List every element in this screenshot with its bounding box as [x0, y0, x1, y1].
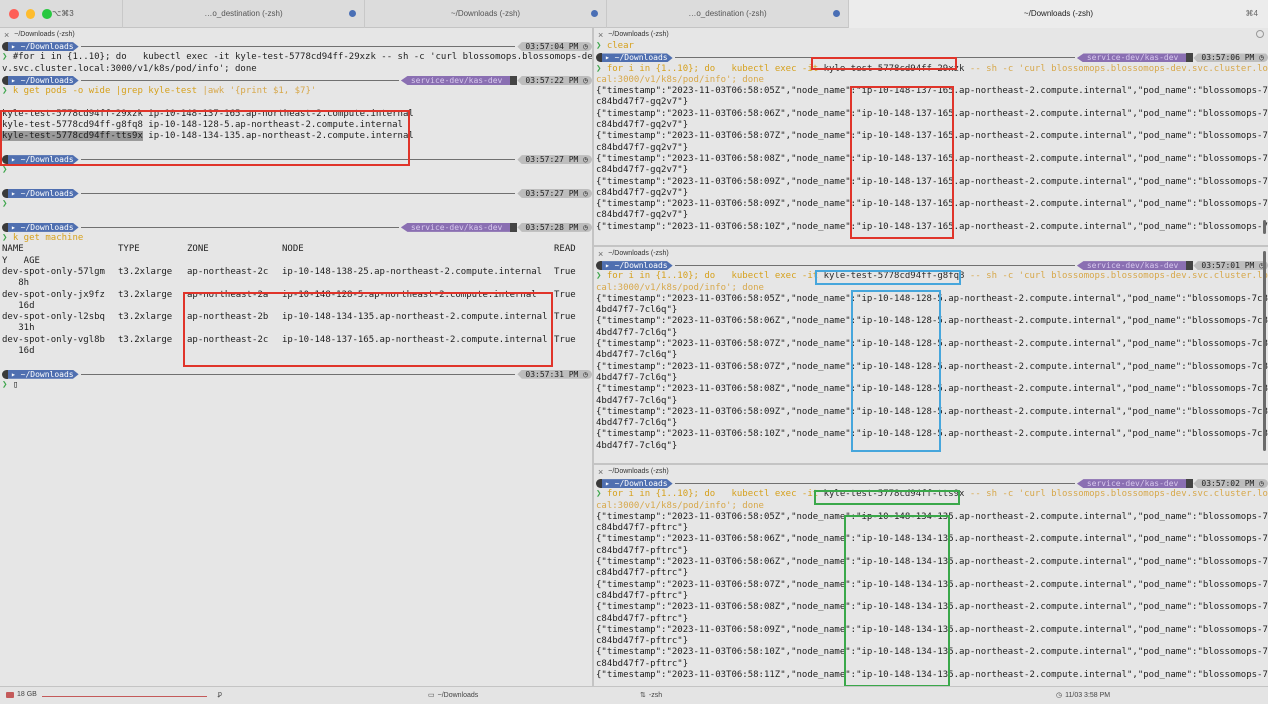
pod-name: kyle-test-5778cd94ff-g8fq8 — [823, 271, 965, 282]
tab-3[interactable]: …o_destination (-zsh) — [606, 0, 848, 28]
output-rows: {"timestamp":"2023-11-03T06:58:05Z","nod… — [596, 293, 1268, 451]
time-segment: 03:57:22 PM ◷ — [517, 76, 592, 86]
machine-row: dev-spot-only-l2sbq t3.2xlarge ap-northeas… — [2, 312, 576, 323]
time-segment: 03:57:04 PM ◷ — [517, 42, 592, 52]
machine-row: dev-spot-only-jx9fz t3.2xlarge ap-northeas… — [2, 289, 576, 300]
prompt-line: ▸ ~/Downloads 03:57:27 PM ◷ — [0, 188, 592, 199]
pane-title: ~/Downloads (-zsh) — [14, 31, 75, 38]
prompt-line: ▸ ~/Downloads service-dev/kas-dev 03:57:02… — [594, 478, 1268, 489]
pod-name: kyle-test-5778cd94ff-tts9x — [823, 489, 965, 500]
command-text: k get machine — [12, 233, 84, 244]
maximize-button[interactable] — [42, 8, 53, 19]
right-mid-terminal-pane[interactable]: × ~/Downloads (-zsh) ▸ ~/Downloads service… — [594, 247, 1268, 463]
cwd-segment: ▸ ~/Downloads — [8, 42, 79, 52]
prompt-line: ▸ ~/Downloads service-dev/kas-dev 03:57:01… — [594, 260, 1268, 271]
tab-label: …o_destination (-zsh) — [688, 9, 767, 18]
prompt-line: ▸ ~/Downloads 03:57:04 PM ◷ — [0, 41, 592, 52]
scrollbar[interactable] — [1263, 220, 1266, 234]
status-bar: 18 GB ᵱ ▭ ~/Downloads ⇅ -zsh ◷ 11/03 3:58 P… — [0, 686, 1268, 704]
right-top-terminal-pane[interactable]: × ~/Downloads (-zsh) ❯ clear ▸ ~/Download… — [594, 28, 1268, 245]
machine-row: dev-spot-only-57lgm t3.2xlarge ap-northeas… — [2, 266, 576, 277]
left-terminal-pane[interactable]: × ~/Downloads (-zsh) ▸ ~/Downloads 03:57:0… — [0, 28, 592, 686]
apple-icon — [2, 42, 8, 52]
prompt-line: ▸ ~/Downloads service-dev/kas-dev 03:57:22… — [0, 75, 592, 86]
shell-icon: ⇅ — [640, 692, 646, 699]
git-icon: ᵱ — [218, 691, 222, 698]
pane-title: ~/Downloads (-zsh) — [608, 250, 669, 257]
prompt-line: ▸ ~/Downloads service-dev/kas-dev 03:57:06… — [594, 52, 1268, 63]
memory-icon — [6, 691, 14, 698]
clock-icon: ◷ — [1056, 692, 1063, 699]
command-input[interactable]: ❯ ▯ — [0, 380, 592, 391]
memory-graph — [42, 696, 207, 697]
close-pane-icon[interactable]: × — [4, 30, 9, 40]
tab-label: ~/Downloads (-zsh) — [1023, 9, 1094, 18]
apple-icon — [2, 76, 8, 86]
prompt-line: ▸ ~/Downloads 03:57:27 PM ◷ — [0, 154, 592, 165]
close-button[interactable] — [9, 8, 19, 19]
command-text: k get pods -o wide — [12, 86, 116, 97]
pane-header: × ~/Downloads (-zsh) — [594, 28, 1268, 41]
tab-1[interactable]: …o_destination (-zsh) — [122, 0, 364, 28]
k8s-context: service-dev/kas-dev — [400, 76, 511, 86]
right-bottom-terminal-pane[interactable]: × ~/Downloads (-zsh) ▸ ~/Downloads service… — [594, 465, 1268, 686]
pane-header: × ~/Downloads (-zsh) — [594, 465, 1268, 478]
tab-2[interactable]: ~/Downloads (-zsh) — [364, 0, 606, 28]
tab-icon — [591, 9, 598, 17]
prompt-line: ▸ ~/Downloads 03:57:31 PM ◷ — [0, 369, 592, 380]
output-rows: {"timestamp":"2023-11-03T06:58:05Z","nod… — [596, 86, 1268, 232]
title-bar: ⌥⌘3 …o_destination (-zsh) ~/Downloads (-… — [0, 0, 1268, 28]
traffic-lights — [0, 8, 53, 19]
pod-name: kyle-test-5778cd94ff-29xzk — [823, 63, 965, 74]
scrollbar[interactable] — [1263, 251, 1266, 451]
pane-title: ~/Downloads (-zsh) — [608, 468, 669, 475]
command-text: #for i in {1..10}; do kubectl exec -it k… — [12, 52, 592, 63]
shell-indicator: ⇅ -zsh — [640, 691, 663, 700]
pane-title: ~/Downloads (-zsh) — [608, 31, 669, 38]
folder-icon: ▭ — [428, 692, 435, 699]
machine-row: dev-spot-only-vgl8b t3.2xlarge ap-northeas… — [2, 334, 576, 345]
pane-header: × ~/Downloads (-zsh) — [594, 247, 1268, 260]
pod-row: kyle-test-5778cd94ff-tts9x ip-10-148-134… — [2, 131, 414, 142]
tab-icon — [349, 9, 356, 17]
close-pane-icon[interactable]: × — [598, 249, 603, 259]
tab-icon — [833, 9, 840, 17]
directory-indicator[interactable]: ▭ ~/Downloads — [428, 691, 478, 700]
machine-table-header: NAME TYPE ZONE NODE READ — [2, 244, 576, 255]
cwd-segment: ▸ ~/Downloads — [8, 76, 79, 86]
cursor: ▯ — [12, 379, 19, 390]
minimize-button[interactable] — [25, 8, 36, 19]
prompt-line: ▸ ~/Downloads service-dev/kas-dev 03:57:28… — [0, 222, 592, 233]
tab-4[interactable]: ~/Downloads (-zsh) ⌘4 — [848, 0, 1268, 28]
pane-header: × ~/Downloads (-zsh) — [0, 28, 592, 41]
output-rows: {"timestamp":"2023-11-03T06:58:05Z","nod… — [596, 511, 1268, 681]
tab-hotkey[interactable]: ⌥⌘3 — [52, 0, 122, 28]
tab-label: …o_destination (-zsh) — [204, 9, 283, 18]
command-text: v.svc.cluster.local:3000/v1/k8s/pod/info… — [2, 63, 257, 74]
close-pane-icon[interactable]: × — [598, 467, 603, 477]
selected-text: kyle-test-5778cd94ff-tts9x — [2, 131, 143, 142]
clock: ◷ 11/03 3:58 PM — [1056, 691, 1111, 700]
tab-label: ~/Downloads (-zsh) — [450, 9, 521, 18]
close-pane-icon[interactable]: × — [598, 30, 603, 40]
pod-row: kyle-test-5778cd94ff-g8fq8 ip-10-148-128… — [2, 120, 403, 131]
memory-indicator: 18 GB — [6, 691, 37, 698]
tab-shortcut: ⌘4 — [1245, 9, 1258, 18]
pod-row: kyle-test-5778cd94ff-29xzk ip-10-148-137… — [2, 108, 414, 119]
